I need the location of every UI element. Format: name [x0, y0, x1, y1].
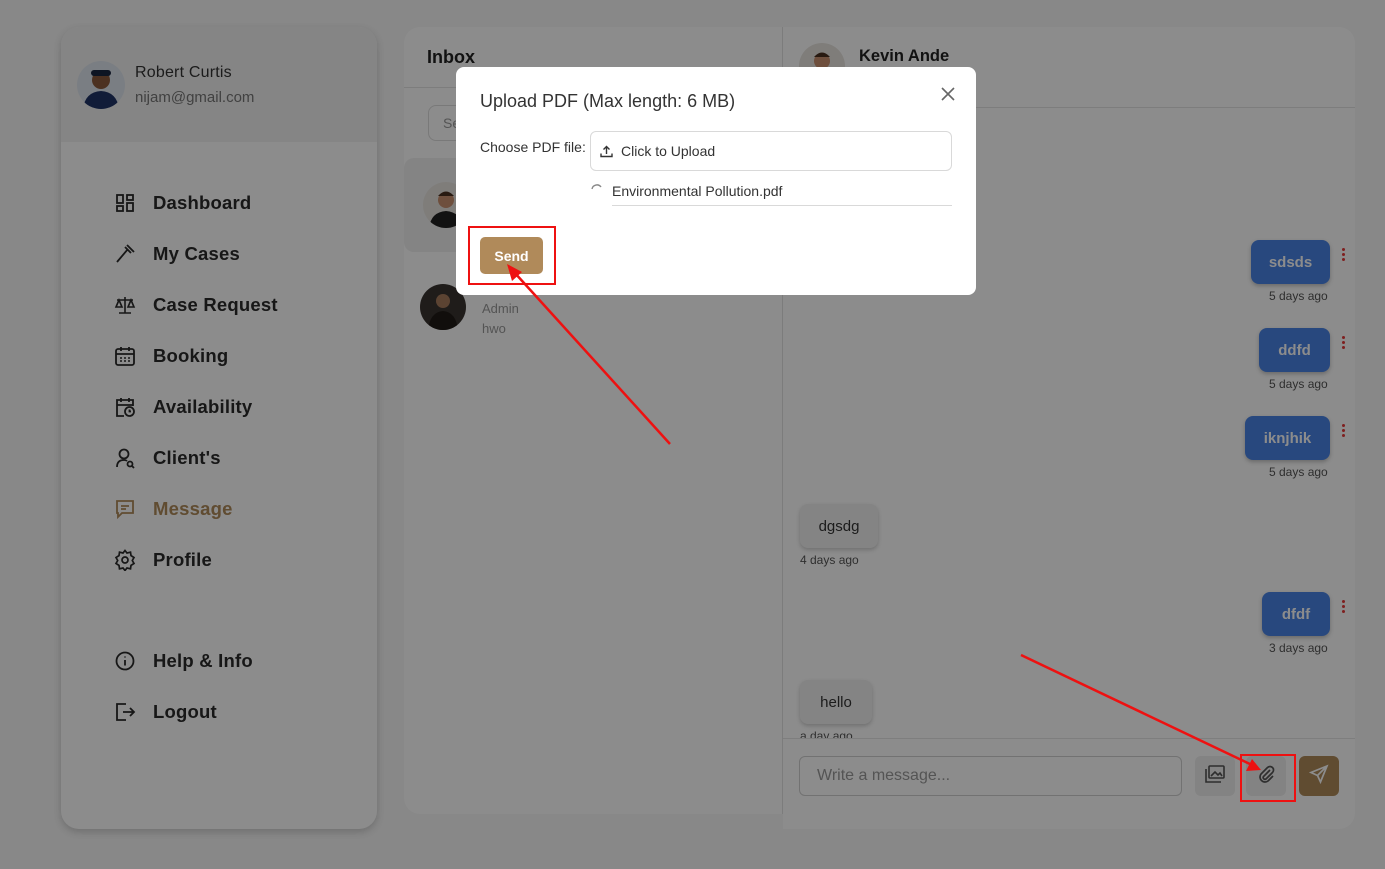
- annotation-arrows: [507, 264, 1261, 771]
